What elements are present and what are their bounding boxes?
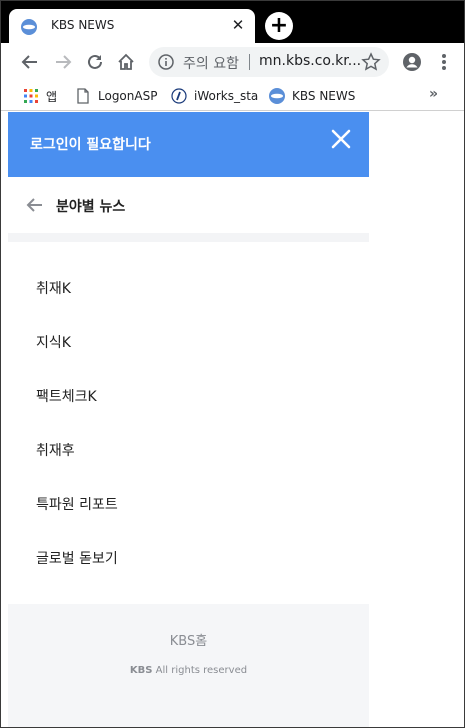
back-button[interactable] <box>19 51 41 73</box>
tab-kbs-news[interactable]: KBS NEWS ✕ <box>9 9 255 43</box>
menu-item[interactable]: 특파원 리포트 <box>8 478 369 532</box>
profile-button[interactable] <box>401 51 423 73</box>
browser-window: KBS NEWS ✕ + 주의 요함 mn.kbs.co.kr... 앱 Log… <box>0 0 465 728</box>
bookmark-label: KBS NEWS <box>292 89 356 103</box>
side-menu-panel: 로그인이 필요합니다 분야별 뉴스 취재K 지식K 팩트체크K 취재후 특파원 … <box>8 112 369 727</box>
section-title: 분야별 뉴스 <box>56 199 126 215</box>
menu-item[interactable]: 지식K <box>8 316 369 370</box>
bookmark-apps[interactable]: 앱 <box>23 87 57 105</box>
tab-title: KBS NEWS <box>51 18 115 32</box>
kbs-home-link[interactable]: KBS홈 <box>8 630 369 649</box>
address-bar[interactable]: 주의 요함 mn.kbs.co.kr... <box>149 47 389 77</box>
home-button[interactable] <box>115 51 137 73</box>
close-icon[interactable] <box>330 128 352 150</box>
browser-toolbar: 주의 요함 mn.kbs.co.kr... <box>1 43 464 81</box>
menu-item[interactable]: 취재후 <box>8 424 369 478</box>
copyright-text: All rights reserved <box>155 665 248 676</box>
tab-strip: KBS NEWS ✕ + <box>1 1 464 43</box>
section-header: 분야별 뉴스 <box>8 177 369 233</box>
bookmarks-bar: 앱 LogonASP iWorks_sta KBS NEWS » <box>1 81 464 111</box>
bookmark-iworks[interactable]: iWorks_sta <box>171 87 258 105</box>
close-icon[interactable]: ✕ <box>229 16 247 34</box>
account-icon <box>403 53 421 71</box>
kbs-icon <box>269 88 285 104</box>
security-warning: 주의 요함 <box>183 56 239 72</box>
copyright: KBS All rights reserved <box>8 665 369 676</box>
home-icon <box>118 53 134 70</box>
iworks-icon <box>171 88 187 104</box>
divider <box>8 233 369 242</box>
login-banner[interactable]: 로그인이 필요합니다 <box>8 112 369 177</box>
login-prompt[interactable]: 로그인이 필요합니다 <box>30 134 151 154</box>
arrow-left-icon[interactable] <box>26 196 44 214</box>
more-bookmarks-icon[interactable]: » <box>429 86 438 102</box>
category-menu: 취재K 지식K 팩트체크K 취재후 특파원 리포트 글로벌 돋보기 <box>8 262 369 586</box>
forward-button[interactable] <box>52 51 74 73</box>
url-text[interactable]: mn.kbs.co.kr... <box>259 53 361 69</box>
menu-item[interactable]: 취재K <box>8 262 369 316</box>
bookmark-label: LogonASP <box>98 89 158 103</box>
reload-button[interactable] <box>84 51 106 73</box>
omnibox-divider <box>249 54 250 70</box>
copyright-brand: KBS <box>129 665 153 676</box>
page-icon <box>77 88 89 104</box>
arrow-right-icon <box>56 55 72 69</box>
bookmark-kbs-news[interactable]: KBS NEWS <box>269 87 355 105</box>
arrow-left-icon <box>21 55 37 69</box>
more-vert-icon <box>442 54 446 70</box>
new-tab-button[interactable]: + <box>265 12 293 40</box>
menu-item[interactable]: 글로벌 돋보기 <box>8 532 369 586</box>
menu-item[interactable]: 팩트체크K <box>8 370 369 424</box>
reload-icon <box>88 54 102 69</box>
page-viewport: 로그인이 필요합니다 분야별 뉴스 취재K 지식K 팩트체크K 취재후 특파원 … <box>8 112 464 727</box>
apps-grid-icon <box>24 89 38 103</box>
bookmark-label: 앱 <box>46 89 58 104</box>
info-icon[interactable] <box>158 54 174 70</box>
kbs-favicon-icon <box>21 19 37 35</box>
bookmark-logonasp[interactable]: LogonASP <box>75 87 157 105</box>
star-icon[interactable] <box>361 52 381 72</box>
bookmark-label: iWorks_sta <box>194 89 259 103</box>
menu-button[interactable] <box>433 51 455 73</box>
panel-footer: KBS홈 KBS All rights reserved <box>8 604 369 727</box>
